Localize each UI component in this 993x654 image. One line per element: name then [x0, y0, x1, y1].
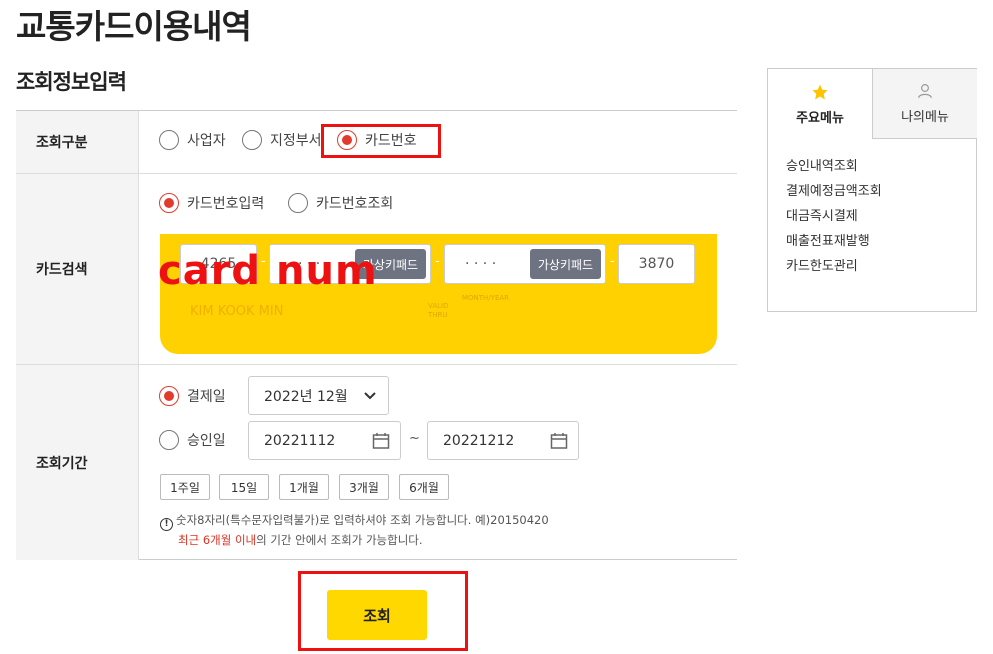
tab-my-menu[interactable]: 나의메뉴 [872, 69, 977, 139]
sidebar-item-card-limit[interactable]: 카드한도관리 [786, 255, 858, 274]
radio-department-label: 지정부서 [270, 133, 322, 149]
radio-department[interactable]: 지정부서 [242, 130, 322, 150]
quick-range-1month[interactable]: 1개월 [279, 474, 329, 500]
chevron-down-icon [364, 392, 376, 400]
sidebar-item-scheduled-payment[interactable]: 결제예정금액조회 [786, 180, 882, 199]
star-icon [812, 84, 828, 99]
info-icon: ! [160, 518, 173, 531]
quick-range-15days[interactable]: 15일 [219, 474, 269, 500]
virtual-keypad-button-2[interactable]: 가상키패드 [530, 249, 601, 279]
card-field-4[interactable]: 3870 [618, 244, 695, 284]
radio-payment-date[interactable]: 결제일 [159, 386, 226, 406]
annotation-card-num: card num [158, 248, 378, 294]
radio-circle-card-input[interactable] [159, 193, 179, 213]
payment-month-select[interactable]: 2022년 12월 [248, 376, 389, 415]
highlight-box-submit [298, 571, 468, 651]
approval-to-input[interactable]: 20221212 [427, 421, 579, 460]
sidebar-item-instant-payment[interactable]: 대금즉시결제 [786, 205, 858, 224]
approval-to-value: 20221212 [443, 432, 515, 449]
approval-from-input[interactable]: 20221112 [248, 421, 401, 460]
period-note-line2: 최근 6개월 이내의 기간 안에서 조회가 가능합니다. [160, 531, 549, 549]
quick-range-1week[interactable]: 1주일 [160, 474, 210, 500]
quick-menu-sidebar: 주요메뉴 나의메뉴 승인내역조회 결제예정금액조회 대금즉시결제 매출전표재발행… [767, 68, 977, 312]
radio-circle-payment-date[interactable] [159, 386, 179, 406]
approval-from-value: 20221112 [264, 432, 336, 449]
radio-card-lookup-label: 카드번호조회 [316, 196, 394, 212]
card-field-3-mask: · · · · [465, 256, 497, 272]
tab-main-menu[interactable]: 주요메뉴 [768, 69, 872, 139]
card-separator-3: - [610, 254, 615, 269]
card-holder-name: KIM KOOK MIN [190, 304, 284, 319]
date-range-tilde: ~ [409, 431, 420, 446]
period-note: ! 숫자8자리(특수문자입력불가)로 입력하셔야 조회 가능합니다. 예)2015… [160, 511, 549, 549]
tab-my-menu-label: 나의메뉴 [901, 110, 949, 125]
radio-payment-date-label: 결제일 [187, 389, 226, 405]
radio-circle-approval-date[interactable] [159, 430, 179, 450]
period-label: 조회기간 [16, 365, 139, 560]
section-title: 조회정보입력 [16, 70, 127, 94]
calendar-icon[interactable] [372, 432, 390, 450]
payment-month-value: 2022년 12월 [264, 388, 348, 405]
card-separator-2: - [435, 254, 440, 269]
card-search-label: 카드검색 [16, 174, 139, 364]
tab-main-menu-label: 주요메뉴 [796, 110, 844, 126]
highlight-box-card-number [321, 124, 441, 158]
person-icon [918, 84, 932, 99]
page-title: 교통카드이용내역 [16, 7, 252, 46]
quick-range-3months[interactable]: 3개월 [339, 474, 389, 500]
period-note-line1: ! 숫자8자리(특수문자입력불가)로 입력하셔야 조회 가능합니다. 예)2015… [160, 511, 549, 531]
radio-circle-department[interactable] [242, 130, 262, 150]
valid-thru-label: VALID THRU [428, 302, 449, 319]
radio-card-input[interactable]: 카드번호입력 [159, 193, 264, 213]
radio-approval-date-label: 승인일 [187, 433, 226, 449]
radio-card-lookup[interactable]: 카드번호조회 [288, 193, 393, 213]
month-year-label: MONTH/YEAR [462, 294, 510, 302]
radio-business[interactable]: 사업자 [159, 130, 226, 150]
period-note-highlight: 최근 6개월 이내 [178, 533, 257, 547]
radio-approval-date[interactable]: 승인일 [159, 430, 226, 450]
radio-card-input-label: 카드번호입력 [187, 196, 265, 212]
quick-range-6months[interactable]: 6개월 [399, 474, 449, 500]
sidebar-item-receipt-reissue[interactable]: 매출전표재발행 [786, 230, 870, 249]
radio-business-label: 사업자 [187, 133, 226, 149]
period-note-text2: 의 기간 안에서 조회가 가능합니다. [256, 533, 423, 547]
calendar-icon[interactable] [550, 432, 568, 450]
query-type-label: 조회구분 [16, 111, 139, 173]
radio-circle-card-lookup[interactable] [288, 193, 308, 213]
period-note-text1: 숫자8자리(특수문자입력불가)로 입력하셔야 조회 가능합니다. 예)20150… [176, 513, 549, 527]
radio-circle-business[interactable] [159, 130, 179, 150]
sidebar-item-approval-history[interactable]: 승인내역조회 [786, 155, 858, 174]
